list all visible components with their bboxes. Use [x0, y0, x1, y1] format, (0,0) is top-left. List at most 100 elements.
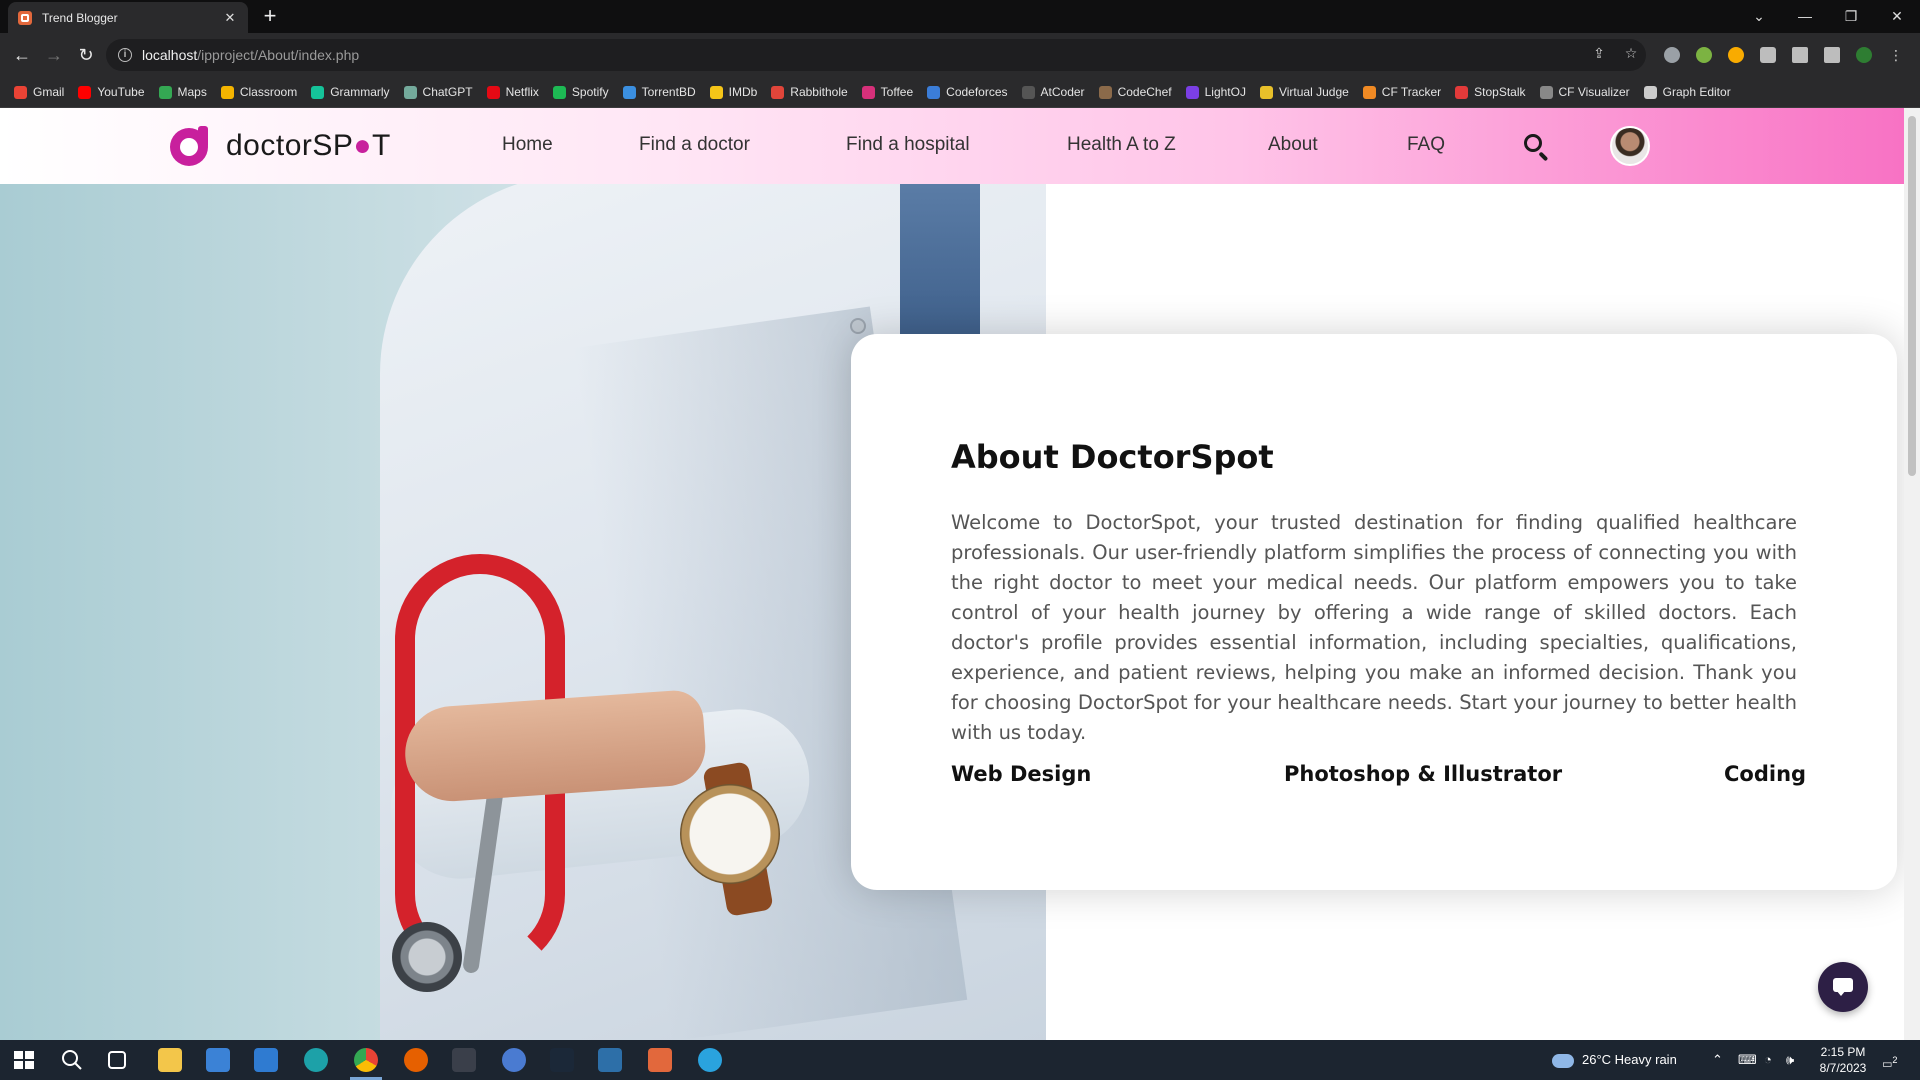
new-tab-button[interactable]: + — [260, 4, 280, 28]
bookmark-item[interactable]: Netflix — [486, 85, 539, 99]
browser-tab[interactable]: Trend Blogger ✕ — [8, 2, 248, 33]
site-logo[interactable]: doctorSP●T — [170, 126, 391, 166]
bookmark-favicon-icon — [1362, 85, 1376, 99]
user-avatar[interactable] — [1610, 126, 1650, 166]
bookmark-item[interactable]: Virtual Judge — [1259, 85, 1349, 99]
bookmark-item[interactable]: Rabbithole — [771, 85, 848, 99]
side-panel-icon[interactable] — [1824, 47, 1840, 63]
site-info-icon[interactable]: i — [118, 48, 132, 62]
bookmark-star-icon[interactable]: ☆ — [1622, 45, 1640, 62]
nav-find-hospital[interactable]: Find a hospital — [846, 134, 970, 156]
reload-icon[interactable]: ↻ — [74, 43, 98, 67]
bookmark-label: TorrentBD — [641, 85, 696, 99]
firefox-icon[interactable] — [404, 1048, 428, 1072]
weather-widget[interactable]: 26°C Heavy rain — [1552, 1040, 1677, 1080]
bookmark-item[interactable]: ChatGPT — [403, 85, 473, 99]
extension-plus-icon[interactable] — [1696, 47, 1712, 63]
nav-faq[interactable]: FAQ — [1407, 134, 1445, 156]
bookmark-item[interactable]: CodeChef — [1098, 85, 1172, 99]
extension-glasses-icon[interactable] — [1664, 47, 1680, 63]
steam-icon[interactable] — [550, 1048, 574, 1072]
bookmark-item[interactable]: AtCoder — [1021, 85, 1085, 99]
minimize-button[interactable]: — — [1782, 3, 1828, 29]
scrollbar-thumb[interactable] — [1908, 116, 1916, 476]
bookmark-item[interactable]: Gmail — [14, 85, 64, 99]
tray-chevron-icon[interactable]: ⌃ — [1712, 1040, 1723, 1080]
bookmark-favicon-icon — [1539, 85, 1553, 99]
bookmarks-bar: Gmail YouTube Maps Classroom Grammarly ChatGP… — [0, 77, 1920, 108]
search-taskbar-icon[interactable] — [60, 1048, 84, 1072]
bookmark-item[interactable]: Codeforces — [927, 85, 1008, 99]
system-clock[interactable]: 2:15 PM 8/7/2023 — [1808, 1044, 1878, 1076]
bookmark-label: Toffee — [880, 85, 914, 99]
url-host: localhost — [142, 47, 198, 63]
network-wifi-icon[interactable]: ◔ — [1764, 1040, 1772, 1080]
tab-search-icon[interactable]: ⌄ — [1736, 3, 1782, 29]
search-icon[interactable] — [1522, 132, 1550, 162]
task-view-icon[interactable] — [108, 1051, 126, 1069]
wristwatch-icon — [680, 784, 780, 884]
bookmark-item[interactable]: TorrentBD — [622, 85, 696, 99]
nav-about[interactable]: About — [1268, 134, 1318, 156]
terminal-app-icon[interactable] — [452, 1048, 476, 1072]
url-path: /ipproject/About/index.php — [197, 47, 360, 63]
coat-button-shape — [850, 318, 866, 334]
bookmark-item[interactable]: Toffee — [861, 85, 914, 99]
chrome-browser-icon[interactable] — [354, 1048, 378, 1072]
forward-arrow-icon[interactable]: → — [42, 43, 66, 67]
windows-start-icon[interactable] — [12, 1048, 36, 1072]
bookmark-item[interactable]: IMDb — [709, 85, 757, 99]
chat-button[interactable] — [1818, 962, 1868, 1012]
bookmark-favicon-icon — [1643, 85, 1657, 99]
microsoft-store-icon[interactable] — [206, 1048, 230, 1072]
bookmark-item[interactable]: Spotify — [552, 85, 609, 99]
bookmark-label: Maps — [177, 85, 207, 99]
volume-icon[interactable]: 🕪 — [1786, 1040, 1794, 1080]
bookmark-item[interactable]: Graph Editor — [1643, 85, 1731, 99]
edge-browser-icon[interactable] — [304, 1048, 328, 1072]
nav-health-a-to-z[interactable]: Health A to Z — [1067, 134, 1176, 156]
bookmark-favicon-icon — [486, 85, 500, 99]
qbittorrent-icon[interactable] — [502, 1048, 526, 1072]
back-arrow-icon[interactable]: ← — [10, 43, 34, 67]
bookmark-item[interactable]: Classroom — [220, 85, 297, 99]
bookmark-label: CF Tracker — [1381, 85, 1442, 99]
bookmark-item[interactable]: YouTube — [78, 85, 145, 99]
extension-info-icon[interactable] — [1728, 47, 1744, 63]
restore-button[interactable]: ❐ — [1828, 3, 1874, 29]
extensions-puzzle-icon[interactable] — [1760, 47, 1776, 63]
close-window-button[interactable]: ✕ — [1874, 3, 1920, 29]
page-scrollbar[interactable] — [1904, 108, 1920, 1040]
nav-home[interactable]: Home — [502, 134, 553, 156]
bookmark-favicon-icon — [1098, 85, 1112, 99]
bookmark-item[interactable]: StopStalk — [1455, 85, 1526, 99]
bookmark-favicon-icon — [1455, 85, 1469, 99]
bookmark-item[interactable]: Grammarly — [311, 85, 390, 99]
file-explorer-icon[interactable] — [158, 1048, 182, 1072]
site-favicon-icon — [18, 10, 32, 25]
shirt-shape — [900, 184, 980, 344]
bookmark-item[interactable]: CF Tracker — [1362, 85, 1442, 99]
bookmark-label: Netflix — [505, 85, 539, 99]
xampp-icon[interactable] — [648, 1048, 672, 1072]
telegram-icon[interactable] — [698, 1048, 722, 1072]
menu-kebab-icon[interactable]: ⋮ — [1888, 47, 1904, 63]
bookmark-label: Grammarly — [330, 85, 390, 99]
bookmark-item[interactable]: LightOJ — [1185, 85, 1246, 99]
share-icon[interactable]: ⇪ — [1590, 45, 1608, 62]
profile-avatar-icon[interactable] — [1856, 47, 1872, 63]
nav-find-doctor[interactable]: Find a doctor — [639, 134, 750, 156]
photos-app-icon[interactable] — [598, 1048, 622, 1072]
input-language-icon[interactable]: ⌨ — [1738, 1040, 1757, 1080]
about-description: Welcome to DoctorSpot, your trusted dest… — [951, 511, 1797, 744]
download-icon[interactable] — [1792, 47, 1808, 63]
address-bar[interactable]: i localhost/ipproject/About/index.php ⇪ … — [106, 39, 1646, 71]
tab-close-icon[interactable]: ✕ — [222, 10, 238, 26]
bookmark-item[interactable]: Maps — [158, 85, 207, 99]
notification-center-icon[interactable]: ▭2 — [1882, 1040, 1898, 1080]
bookmark-item[interactable]: CF Visualizer — [1539, 85, 1630, 99]
mail-icon[interactable] — [254, 1048, 278, 1072]
bookmark-favicon-icon — [861, 85, 875, 99]
bookmark-favicon-icon — [311, 85, 325, 99]
bookmark-favicon-icon — [927, 85, 941, 99]
